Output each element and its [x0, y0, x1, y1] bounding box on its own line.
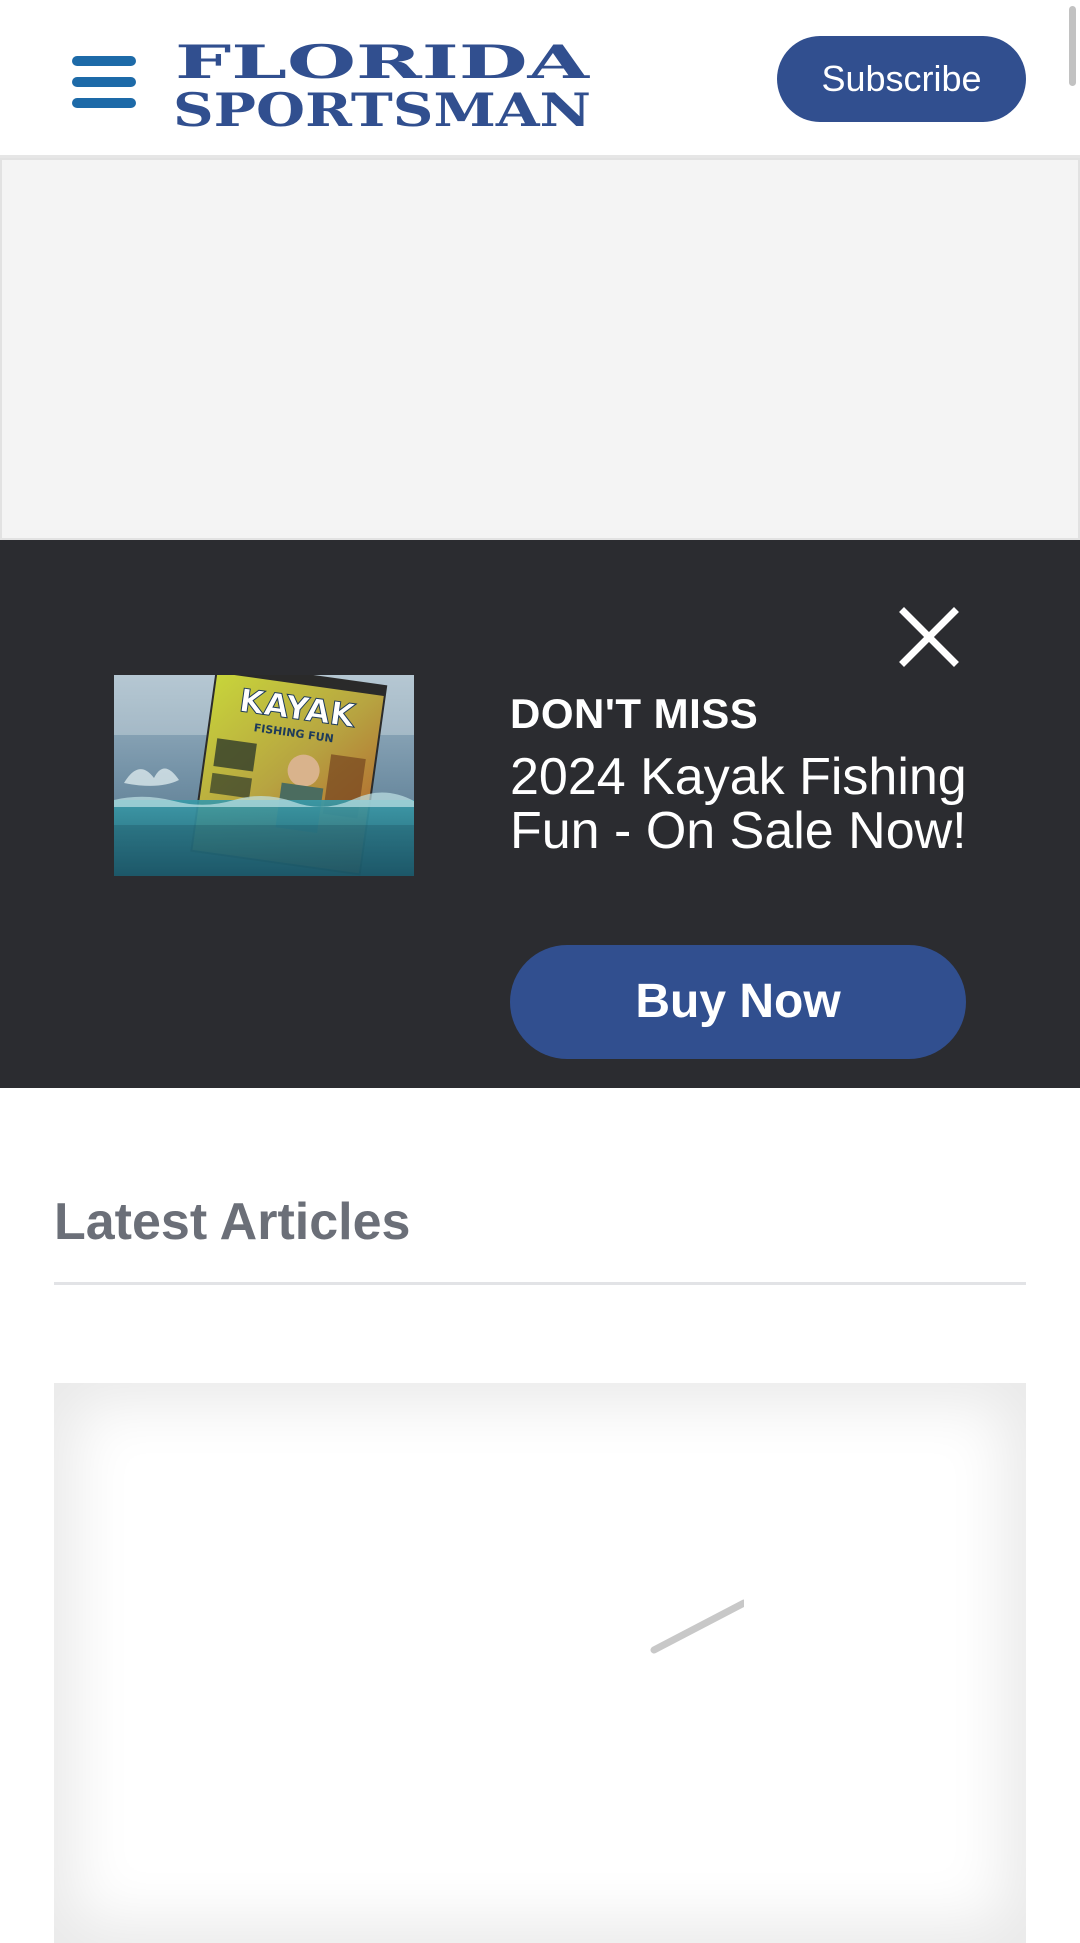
- latest-articles-heading: Latest Articles: [54, 1193, 411, 1251]
- subscribe-button[interactable]: Subscribe: [777, 36, 1026, 122]
- logo-line-florida: FLORIDA: [175, 40, 591, 89]
- scrollbar-thumb[interactable]: [1069, 6, 1076, 86]
- promo-banner: KAYAK FISHING FUN DON'T MISS 2024 Kayak …: [0, 540, 1080, 1088]
- close-icon[interactable]: [896, 604, 962, 670]
- logo-line-sportsman: SPORTSMAN: [173, 83, 591, 130]
- article-card-loading[interactable]: [54, 1383, 1026, 1943]
- promo-title[interactable]: 2024 Kayak Fishing Fun - On Sale Now!: [510, 750, 970, 858]
- site-header: FLORIDA SPORTSMAN Subscribe: [0, 0, 1080, 158]
- magazine-cover-image[interactable]: KAYAK FISHING FUN: [114, 675, 414, 876]
- site-logo[interactable]: FLORIDA SPORTSMAN: [172, 40, 592, 130]
- promo-kicker: DON'T MISS: [510, 690, 759, 737]
- hamburger-menu-icon[interactable]: [72, 56, 136, 108]
- ad-placeholder: [0, 158, 1080, 540]
- buy-now-button[interactable]: Buy Now: [510, 945, 966, 1059]
- section-divider: [54, 1282, 1026, 1285]
- loading-spinner-icon: [624, 1593, 748, 1673]
